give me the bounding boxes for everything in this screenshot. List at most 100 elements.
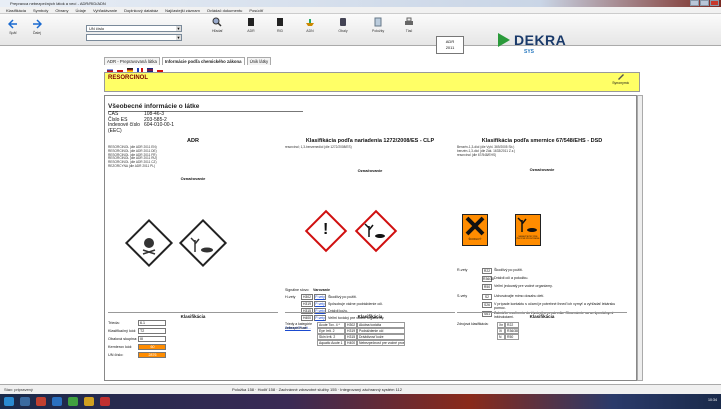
taskbar-app-icon[interactable] xyxy=(68,397,78,406)
adn-label: ADN xyxy=(306,29,314,33)
menu-item[interactable]: Doplnkový databáz xyxy=(124,8,158,13)
chevron-down-icon[interactable]: ▼ xyxy=(176,26,181,31)
adr-label-heading: Označovanie xyxy=(180,175,206,181)
s-code: S26 xyxy=(482,302,492,308)
adr-version-box: ADR 2011 xyxy=(436,36,464,54)
taskbar-app-icon[interactable] xyxy=(52,397,62,406)
h-code: H319 xyxy=(301,300,313,307)
substance-name: RESORCINOL xyxy=(108,75,149,81)
h-text: Škodlivý po požití. xyxy=(328,294,357,299)
s-text: Uchovávajte mimo dosahu detí. xyxy=(494,294,545,298)
packaging-label: Obaly xyxy=(338,29,348,33)
s-label: S-vety xyxy=(457,294,468,298)
menu-item[interactable]: Najčastejší záznam xyxy=(165,8,200,13)
clp-label-heading: Označovanie xyxy=(357,167,383,173)
environment-symbol-icon: NEBEZPEČNÝ PRE ŽIVOTNÉ PROSTREDIE xyxy=(515,214,541,246)
start-button-icon[interactable] xyxy=(4,397,14,406)
book-icon xyxy=(277,18,283,26)
rid-button[interactable]: RID xyxy=(275,17,285,33)
synonyms-button[interactable]: Synonymá xyxy=(608,73,633,85)
document-icon xyxy=(374,17,382,27)
x-cross-icon xyxy=(465,216,485,236)
minimize-button[interactable] xyxy=(690,0,699,6)
r-code: R50 xyxy=(505,334,519,340)
menu-item[interactable]: Symboly xyxy=(33,8,48,13)
r-label: R-vety xyxy=(457,268,468,272)
klas-row: Klasifikačný kód: T2 xyxy=(108,327,278,335)
menu-bar: Klasifikácia Symboly Obrany Údaje Vyhľad… xyxy=(0,7,721,14)
dsd-klas-row: N R50 xyxy=(497,334,519,340)
menu-item[interactable]: Vyhľadávanie xyxy=(93,8,117,13)
dekra-arrow-icon xyxy=(498,33,510,47)
adn-button[interactable]: ADN xyxy=(305,17,315,33)
print-button[interactable]: Tlač xyxy=(404,17,414,33)
chevron-down-icon[interactable]: ▼ xyxy=(176,35,181,40)
status-center: Položka 158 · Hodiť 158 · Zachránné zdra… xyxy=(232,387,402,392)
menu-item[interactable]: Klasifikácia xyxy=(6,8,26,13)
title-bar: Prepravca nebezpečných látok a vecí - AD… xyxy=(0,0,721,7)
tab-adr-substance[interactable]: ADR - Prepravovaná látka xyxy=(104,57,160,65)
taskbar-app-icon[interactable] xyxy=(36,397,46,406)
clp-classification: Klasifikácia Triedy a kategórie nebezpeč… xyxy=(285,312,455,380)
general-info: Všeobecné informácie o látke CAS 108-46-3… xyxy=(108,103,303,133)
window-controls xyxy=(690,0,719,6)
taskbar-app-icon[interactable] xyxy=(20,397,30,406)
tab-leak[interactable]: Únik látky xyxy=(246,57,272,65)
print-label: Tlač xyxy=(405,29,413,33)
taskbar-app-icon[interactable] xyxy=(84,397,94,406)
search-icon xyxy=(212,17,222,27)
back-button[interactable]: Späť xyxy=(8,19,18,35)
dsd-names: Benzén-1,3-diol (dle Vyhl. 369/2005 Sb.)… xyxy=(457,145,627,157)
close-button[interactable] xyxy=(710,0,719,6)
rid-label: RID xyxy=(276,29,284,33)
menu-item[interactable]: Údaje xyxy=(75,8,85,13)
h-code: H302 xyxy=(301,293,313,300)
klas-row: Trieda: 6.1 xyxy=(108,319,278,327)
book-icon xyxy=(248,18,254,26)
tab-chemical-law[interactable]: Informácie podľa chemického zákona xyxy=(161,57,245,65)
maximize-button[interactable] xyxy=(700,0,709,6)
search-combo[interactable]: ▼ xyxy=(86,34,182,41)
r-row: R50 Veľmi jedovatý pre vodné organizmy. xyxy=(457,284,627,291)
s-row: S-vety S2 Uchovávajte mimo dosahu detí. xyxy=(457,294,627,301)
p-link[interactable]: P-vety xyxy=(314,300,326,307)
back-arrow-icon xyxy=(8,19,17,29)
r-text: Dráždi oči a pokožku. xyxy=(494,276,529,280)
forward-button[interactable]: Ďalej xyxy=(32,19,42,35)
content-panel: Všeobecné informácie o látke CAS 108-46-3… xyxy=(104,95,637,381)
hazard-text: Nebezpečnosť pre vodné prostredie xyxy=(357,340,405,346)
r-code: R50 xyxy=(482,284,492,290)
menu-item[interactable]: Posúdiť xyxy=(249,8,263,13)
dsd-label-heading: Označovanie xyxy=(529,167,555,173)
adr-button[interactable]: ADR xyxy=(246,17,256,33)
h-text: Spôsobuje vážne podráždenie očí. xyxy=(328,301,384,306)
symbol-code: N xyxy=(497,334,505,340)
hazard-class: Aquatic Acute 1 xyxy=(317,340,345,346)
r-row: R36/38 Dráždi oči a pokožku. xyxy=(457,276,627,283)
klas-key: Obalová skupina: xyxy=(108,337,138,341)
menu-item[interactable]: Ovládač dokumentu xyxy=(207,8,243,13)
un-combo-value: UN číslo xyxy=(89,26,105,31)
p-link[interactable]: P-vety xyxy=(314,293,326,300)
vertical-scrollbar[interactable] xyxy=(637,95,643,381)
un-number-combo[interactable]: UN číslo ▼ xyxy=(86,25,182,32)
substance-header: RESORCINOL xyxy=(104,72,640,92)
r-row: R-vety R22 Škodlivý po požití. xyxy=(457,268,627,275)
synonyms-label: Synonymá xyxy=(612,81,629,85)
packaging-button[interactable]: Obaly xyxy=(338,17,348,33)
adr-classification: Klasifikácia Trieda: 6.1 Klasifikačný kód… xyxy=(108,312,278,380)
env-caption: NEBEZPEČNÝ PRE ŽIVOTNÉ PROSTREDIE xyxy=(516,236,540,241)
r-code: R36/38 xyxy=(482,276,494,282)
info-row: Indexové číslo (EEC) 604-010-00-1 xyxy=(108,122,303,134)
menu-item[interactable]: Obrany xyxy=(55,8,68,13)
items-button[interactable]: Položky xyxy=(372,17,384,33)
signal-word-value: Varovanie xyxy=(313,287,330,292)
search-button[interactable]: Hľadať xyxy=(212,17,223,33)
h-row: H-vety H302 P-vety Škodlivý po požití. xyxy=(285,293,455,300)
signal-word-key: Signálne slovo: xyxy=(285,287,310,292)
taskbar-app-icon[interactable] xyxy=(100,397,110,406)
tab-strip: ADR - Prepravovaná látka Informácie podľ… xyxy=(104,57,272,65)
dsd-klas-left: Zdrojová klasifikácia: xyxy=(457,322,489,326)
dekra-sub: SYS xyxy=(524,49,535,55)
taskbar-clock: 10:34 xyxy=(708,398,717,402)
